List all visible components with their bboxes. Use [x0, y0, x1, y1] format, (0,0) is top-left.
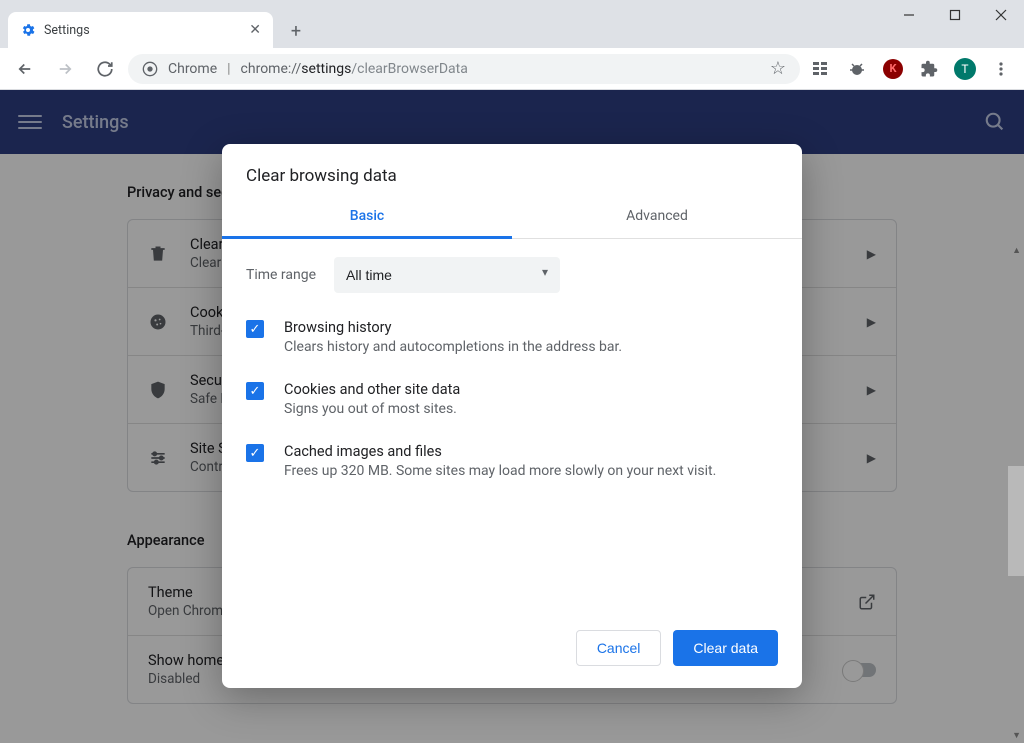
bookmark-star-icon[interactable]: ☆: [770, 58, 786, 79]
back-button[interactable]: [8, 54, 42, 84]
reading-list-icon[interactable]: [806, 54, 836, 84]
scrollbar-thumb[interactable]: [1008, 466, 1024, 576]
extensions-puzzle-icon[interactable]: [914, 54, 944, 84]
checkbox-icon[interactable]: ✓: [246, 444, 264, 462]
time-range-select[interactable]: All time: [334, 257, 560, 293]
clear-browsing-data-dialog: Clear browsing data Basic Advanced Time …: [222, 144, 802, 688]
dialog-title: Clear browsing data: [222, 144, 802, 198]
dialog-tabs: Basic Advanced: [222, 198, 802, 239]
new-tab-button[interactable]: +: [281, 16, 311, 46]
omnibox-separator: |: [227, 61, 230, 77]
browser-tab-settings[interactable]: Settings ✕: [8, 12, 273, 48]
omnibox-url: chrome://settings/clearBrowserData: [241, 61, 468, 77]
browser-window-chrome: Settings ✕ +: [0, 0, 1024, 48]
bug-extension-icon[interactable]: [842, 54, 872, 84]
site-info-icon[interactable]: [142, 61, 158, 77]
checkbox-icon[interactable]: ✓: [246, 320, 264, 338]
window-close-button[interactable]: [978, 0, 1024, 30]
check-browsing-history[interactable]: ✓ Browsing historyClears history and aut…: [246, 319, 778, 355]
clear-data-button[interactable]: Clear data: [673, 630, 778, 666]
close-tab-icon[interactable]: ✕: [249, 22, 261, 38]
reload-button[interactable]: [88, 54, 122, 84]
omnibox-host: Chrome: [168, 61, 217, 77]
chrome-menu-icon[interactable]: [986, 54, 1016, 84]
time-range-label: Time range: [246, 267, 316, 283]
profile-avatar[interactable]: T: [950, 54, 980, 84]
k-extension-icon[interactable]: K: [878, 54, 908, 84]
address-bar[interactable]: Chrome | chrome://settings/clearBrowserD…: [128, 54, 800, 84]
checkbox-icon[interactable]: ✓: [246, 382, 264, 400]
tab-advanced[interactable]: Advanced: [512, 198, 802, 238]
cancel-button[interactable]: Cancel: [576, 630, 662, 666]
browser-toolbar: Chrome | chrome://settings/clearBrowserD…: [0, 48, 1024, 90]
tab-title: Settings: [44, 23, 241, 38]
scrollbar-down-icon[interactable]: ▼: [1012, 730, 1021, 741]
gear-icon: [20, 22, 36, 38]
window-minimize-button[interactable]: [886, 0, 932, 30]
check-cached[interactable]: ✓ Cached images and filesFrees up 320 MB…: [246, 443, 778, 479]
window-maximize-button[interactable]: [932, 0, 978, 30]
scrollbar-up-icon[interactable]: ▲: [1012, 245, 1021, 256]
check-cookies[interactable]: ✓ Cookies and other site dataSigns you o…: [246, 381, 778, 417]
forward-button[interactable]: [48, 54, 82, 84]
tab-basic[interactable]: Basic: [222, 198, 512, 239]
